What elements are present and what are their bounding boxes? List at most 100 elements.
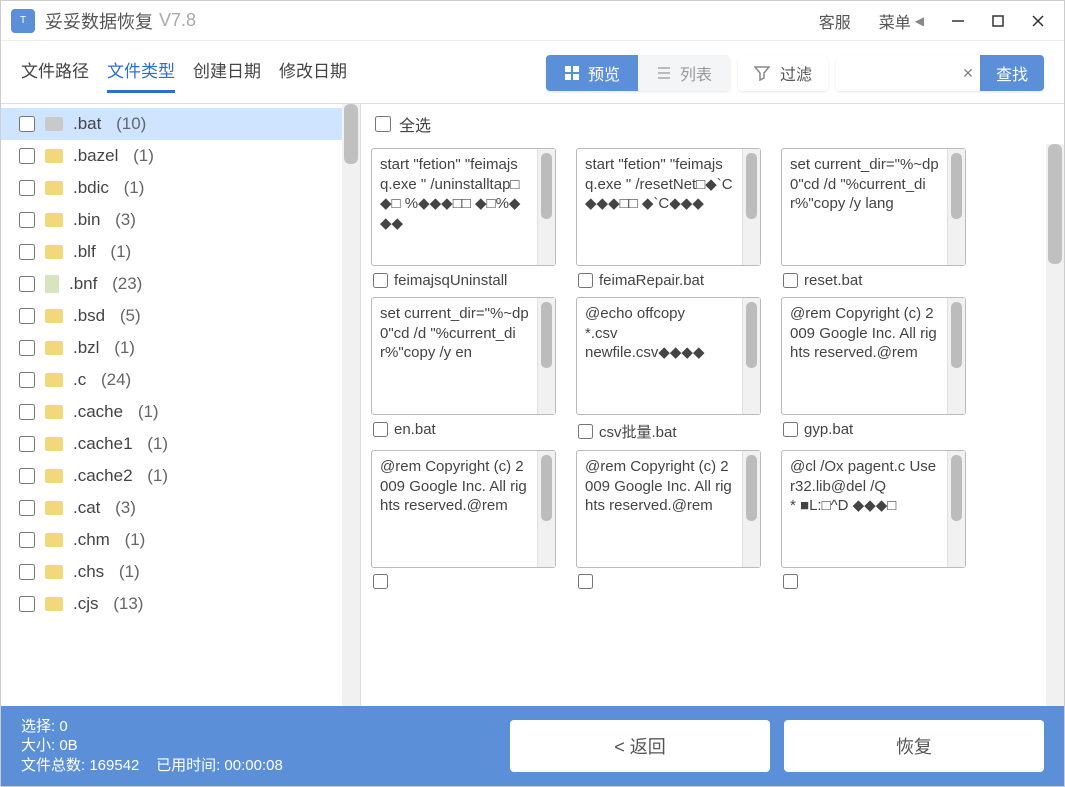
file-checkbox[interactable] xyxy=(373,422,388,437)
file-preview-thumb[interactable]: set current_dir="%~dp0"cd /d "%current_d… xyxy=(371,297,556,415)
back-button[interactable]: < 返回 xyxy=(510,720,770,772)
sidebar-item[interactable]: .cache1 (1) xyxy=(1,428,342,460)
sidebar-item-checkbox[interactable] xyxy=(19,468,35,484)
close-button[interactable] xyxy=(1018,1,1058,41)
sidebar-item-checkbox[interactable] xyxy=(19,372,35,388)
grid-icon xyxy=(564,65,580,81)
search-input[interactable] xyxy=(836,55,956,91)
sidebar-item-checkbox[interactable] xyxy=(19,116,35,132)
thumb-scrollbar[interactable] xyxy=(947,451,965,567)
folder-icon xyxy=(45,597,63,611)
file-checkbox[interactable] xyxy=(783,273,798,288)
thumb-scrollbar[interactable] xyxy=(947,149,965,265)
main-scrollbar[interactable] xyxy=(1046,144,1064,706)
file-card[interactable]: @rem Copyright (c) 2009 Google Inc. All … xyxy=(371,450,556,591)
tab-file-type[interactable]: 文件类型 xyxy=(107,53,175,93)
sidebar-item[interactable]: .cache2 (1) xyxy=(1,460,342,492)
file-checkbox[interactable] xyxy=(783,422,798,437)
thumb-scrollbar[interactable] xyxy=(537,298,555,414)
file-type-sidebar[interactable]: .bat (10) .bazel (1) .bdic (1) .bin (3) … xyxy=(1,104,342,706)
toolbar: 文件路径 文件类型 创建日期 修改日期 预览 列表 过滤 ✕ 查找 xyxy=(1,41,1064,103)
sidebar-item-checkbox[interactable] xyxy=(19,148,35,164)
file-checkbox[interactable] xyxy=(373,574,388,589)
file-preview-thumb[interactable]: @echo offcopy*.csvnewfile.csv◆◆◆◆ xyxy=(576,297,761,415)
select-all-checkbox[interactable] xyxy=(375,116,391,132)
file-checkbox[interactable] xyxy=(578,424,593,439)
sidebar-item[interactable]: .cjs (13) xyxy=(1,588,342,620)
menu-button[interactable]: 菜单 ◀ xyxy=(865,1,938,41)
titlebar: T 妥妥数据恢复 V7.8 客服 菜单 ◀ xyxy=(1,1,1064,41)
ext-count: (1) xyxy=(106,242,132,262)
sidebar-item-checkbox[interactable] xyxy=(19,340,35,356)
thumb-scrollbar[interactable] xyxy=(947,298,965,414)
file-preview-thumb[interactable]: @rem Copyright (c) 2009 Google Inc. All … xyxy=(371,450,556,568)
sidebar-item[interactable]: .bin (3) xyxy=(1,204,342,236)
file-card[interactable]: set current_dir="%~dp0"cd /d "%current_d… xyxy=(781,148,966,291)
file-card[interactable]: start "fetion" "feimajsq.exe " /resetNet… xyxy=(576,148,761,291)
funnel-icon xyxy=(754,65,770,81)
sidebar-item[interactable]: .cache (1) xyxy=(1,396,342,428)
footer-bar: 选择: 0 大小: 0B 文件总数: 169542 已用时间: 00:00:08… xyxy=(1,706,1064,786)
thumb-scrollbar[interactable] xyxy=(742,298,760,414)
file-preview-thumb[interactable]: @cl /Ox pagent.c User32.lib@del /Q* ■L:□… xyxy=(781,450,966,568)
sidebar-item-checkbox[interactable] xyxy=(19,276,35,292)
thumb-scrollbar[interactable] xyxy=(537,451,555,567)
file-card[interactable]: @rem Copyright (c) 2009 Google Inc. All … xyxy=(576,450,761,591)
file-checkbox[interactable] xyxy=(783,574,798,589)
file-card[interactable]: @echo offcopy*.csvnewfile.csv◆◆◆◆ csv批量.… xyxy=(576,297,761,444)
sidebar-scrollbar[interactable] xyxy=(342,104,360,706)
sidebar-item-checkbox[interactable] xyxy=(19,596,35,612)
sidebar-item-checkbox[interactable] xyxy=(19,308,35,324)
minimize-button[interactable] xyxy=(938,1,978,41)
maximize-button[interactable] xyxy=(978,1,1018,41)
folder-icon xyxy=(45,405,63,419)
sidebar-item[interactable]: .bzl (1) xyxy=(1,332,342,364)
tab-created-date[interactable]: 创建日期 xyxy=(193,53,261,93)
file-preview-thumb[interactable]: @rem Copyright (c) 2009 Google Inc. All … xyxy=(781,297,966,415)
file-card[interactable]: @rem Copyright (c) 2009 Google Inc. All … xyxy=(781,297,966,444)
sidebar-item-checkbox[interactable] xyxy=(19,404,35,420)
sidebar-item[interactable]: .bat (10) xyxy=(1,108,342,140)
file-preview-thumb[interactable]: set current_dir="%~dp0"cd /d "%current_d… xyxy=(781,148,966,266)
sidebar-item-checkbox[interactable] xyxy=(19,436,35,452)
tab-modified-date[interactable]: 修改日期 xyxy=(279,53,347,93)
list-mode-button[interactable]: 列表 xyxy=(638,55,730,91)
preview-mode-button[interactable]: 预览 xyxy=(546,55,638,91)
file-card[interactable]: set current_dir="%~dp0"cd /d "%current_d… xyxy=(371,297,556,444)
footer-stats: 选择: 0 大小: 0B 文件总数: 169542 已用时间: 00:00:08 xyxy=(21,717,283,776)
sidebar-item[interactable]: .bsd (5) xyxy=(1,300,342,332)
support-button[interactable]: 客服 xyxy=(805,1,865,41)
file-checkbox[interactable] xyxy=(373,273,388,288)
file-checkbox[interactable] xyxy=(578,273,593,288)
thumb-scrollbar[interactable] xyxy=(537,149,555,265)
sidebar-item[interactable]: .cat (3) xyxy=(1,492,342,524)
file-preview-thumb[interactable]: start "fetion" "feimajsq.exe " /resetNet… xyxy=(576,148,761,266)
search-clear-button[interactable]: ✕ xyxy=(956,65,980,82)
ext-count: (24) xyxy=(96,370,131,390)
recover-button[interactable]: 恢复 xyxy=(784,720,1044,772)
sidebar-item-checkbox[interactable] xyxy=(19,212,35,228)
file-card[interactable]: start "fetion" "feimajsq.exe " /uninstal… xyxy=(371,148,556,291)
sidebar-item-checkbox[interactable] xyxy=(19,180,35,196)
file-preview-thumb[interactable]: @rem Copyright (c) 2009 Google Inc. All … xyxy=(576,450,761,568)
sidebar-item[interactable]: .chs (1) xyxy=(1,556,342,588)
sidebar-item-checkbox[interactable] xyxy=(19,532,35,548)
sidebar-item-checkbox[interactable] xyxy=(19,500,35,516)
file-preview-thumb[interactable]: start "fetion" "feimajsq.exe " /uninstal… xyxy=(371,148,556,266)
folder-icon xyxy=(45,341,63,355)
sidebar-item[interactable]: .c (24) xyxy=(1,364,342,396)
tab-file-path[interactable]: 文件路径 xyxy=(21,53,89,93)
sidebar-item[interactable]: .bdic (1) xyxy=(1,172,342,204)
file-card[interactable]: @cl /Ox pagent.c User32.lib@del /Q* ■L:□… xyxy=(781,450,966,591)
sidebar-item-checkbox[interactable] xyxy=(19,564,35,580)
thumb-scrollbar[interactable] xyxy=(742,451,760,567)
sidebar-item-checkbox[interactable] xyxy=(19,244,35,260)
file-checkbox[interactable] xyxy=(578,574,593,589)
filter-button[interactable]: 过滤 xyxy=(738,55,828,91)
sidebar-item[interactable]: .bnf (23) xyxy=(1,268,342,300)
thumb-scrollbar[interactable] xyxy=(742,149,760,265)
search-go-button[interactable]: 查找 xyxy=(980,55,1044,91)
sidebar-item[interactable]: .blf (1) xyxy=(1,236,342,268)
sidebar-item[interactable]: .chm (1) xyxy=(1,524,342,556)
sidebar-item[interactable]: .bazel (1) xyxy=(1,140,342,172)
